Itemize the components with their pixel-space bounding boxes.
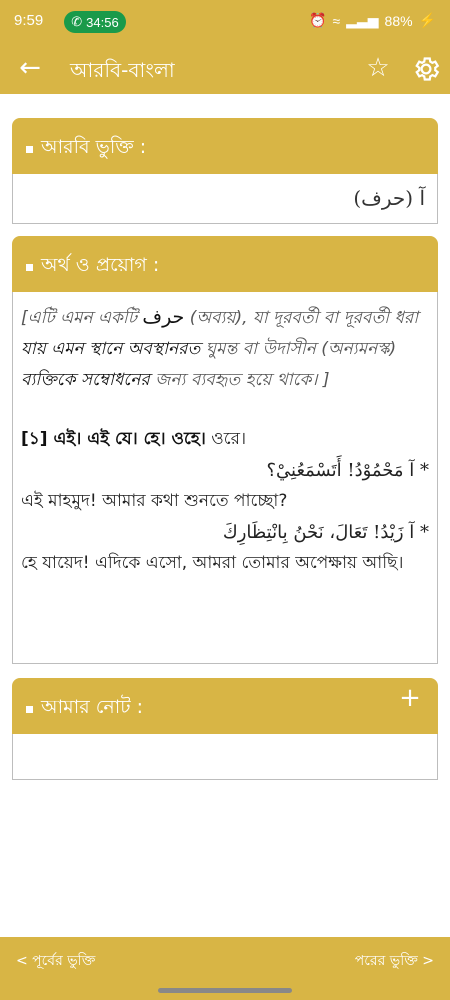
app-bar: ← আরবি-বাংলা ☆ <box>0 44 450 94</box>
gesture-bar[interactable] <box>158 988 292 993</box>
add-note-plus-icon[interactable]: + <box>396 684 424 712</box>
battery-charging-icon: ⚡ <box>418 12 436 28</box>
usage-text: জন্য ব্যবহৃত হয়ে থাকে। ] <box>149 370 330 390</box>
example-bangla: এই মাহমুদ! আমার কথা শুনতে পাচ্ছো? <box>21 491 288 511</box>
status-time: 9:59 <box>14 12 44 29</box>
notes-header: আমার নোট : + <box>12 678 438 734</box>
arabic-entry-header: আরবি ভুক্তি : <box>12 118 438 174</box>
status-bar: 9:59 ✆ 34:56 ⏰ ≈ ▂▃▅ 88% ⚡ <box>0 0 450 44</box>
meaning-title: অর্থ ও প্রয়োগ : <box>41 254 160 276</box>
usage-note: [এটি এমন একটি حرف (অব্যয়), যা দূরবর্তী … <box>21 302 429 396</box>
star-icon[interactable]: ☆ <box>364 54 392 82</box>
bottom-nav: < পূর্বের ভুক্তি পরের ভুক্তি > <box>0 937 450 1000</box>
meaning-body: [এটি এমন একটি حرف (অব্যয়), যা দূরবর্তী … <box>12 292 438 664</box>
usage-text: ঘুমন্ত বা উদাসীন (অন্যমনস্ক) <box>200 339 397 359</box>
gear-icon[interactable] <box>411 54 441 84</box>
notes-body[interactable] <box>12 734 438 780</box>
example-bangla: হে যায়েদ! এদিকে এসো, আমরা তোমার অপেক্ষা… <box>21 553 404 573</box>
notes-card: আমার নোট : + <box>12 678 438 780</box>
phone-icon: ✆ <box>71 14 83 29</box>
usage-text: [এটি এমন একটি <box>21 308 143 328</box>
wifi-icon: ≈ <box>332 12 341 29</box>
battery-level: 88% <box>384 12 413 29</box>
meaning-card: অর্থ ও প্রয়োগ : [এটি এমন একটি حرف (অব্য… <box>12 236 438 664</box>
status-icons: ⏰ ≈ ▂▃▅ 88% ⚡ <box>309 12 436 29</box>
call-timer: 34:56 <box>86 14 119 30</box>
call-indicator[interactable]: ✆ 34:56 <box>64 11 126 33</box>
example-arabic: * آ مَحْمُوْدُ! أَتَسْمَعُنِيْ؟ <box>266 460 429 481</box>
usage-emphasis: ব্যক্তিকে সম্বোধনের <box>21 370 150 390</box>
usage-emphasis: যায় এমন স্থানে অবস্থানরত <box>21 339 201 359</box>
bullet-icon <box>26 263 33 271</box>
signal-icon: ▂▃▅ <box>346 12 379 28</box>
meaning-text: ওরে। <box>205 429 247 449</box>
arabic-entry-card: আরবি ভুক্তি : آ (حرف) <box>12 118 438 224</box>
usage-arabic: حرف <box>142 306 185 328</box>
example-arabic: * آ زَيْدُ! تَعَالَ، نَحْنُ بِانْتِظَارِ… <box>222 522 429 543</box>
bullet-icon <box>26 145 33 153</box>
bullet-icon <box>26 705 33 713</box>
arabic-word: آ (حرف) <box>353 186 425 210</box>
meaning-header: অর্থ ও প্রয়োগ : <box>12 236 438 292</box>
next-entry-button[interactable]: পরের ভুক্তি > <box>355 949 434 973</box>
usage-text: (অব্যয়), যা দূরবর্তী বা দূরবর্তী ধরা <box>184 308 419 328</box>
meaning-line: [১] এই। এই যে। হে। ওহে। ওরে। <box>21 424 429 455</box>
arabic-entry-title: আরবি ভুক্তি : <box>41 136 147 158</box>
meaning-text: [১] এই। এই যে। হে। <box>21 429 172 449</box>
back-arrow-icon[interactable]: ← <box>16 54 44 82</box>
meaning-emphasis: ওহে। <box>171 429 206 449</box>
arabic-entry-body: آ (حرف) <box>12 174 438 224</box>
notes-title: আমার নোট : <box>41 696 144 718</box>
previous-entry-button[interactable]: < পূর্বের ভুক্তি <box>16 949 95 973</box>
page-title: আরবি-বাংলা <box>70 58 175 82</box>
alarm-icon: ⏰ <box>309 12 327 28</box>
